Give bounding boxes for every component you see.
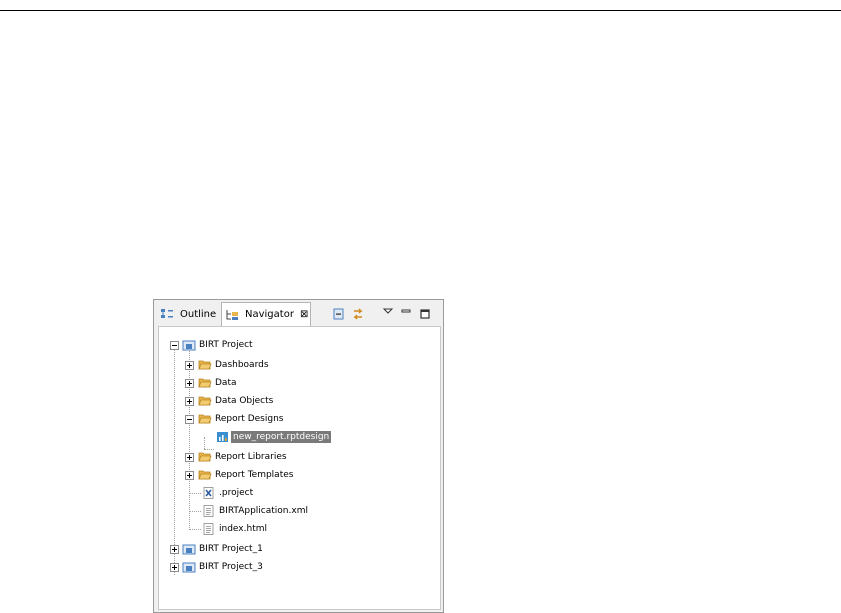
collapse-all-icon[interactable]	[332, 307, 346, 321]
tree-item-label: index.html	[219, 524, 267, 534]
expand-toggle[interactable]	[170, 563, 179, 572]
tree-line	[204, 437, 205, 449]
navigator-icon	[226, 309, 238, 320]
expand-toggle[interactable]	[170, 545, 179, 554]
tree-item-index-html[interactable]: index.html	[202, 521, 267, 537]
project-icon	[182, 544, 196, 555]
tree-item-data-objects[interactable]: Data Objects	[198, 393, 273, 409]
expand-toggle[interactable]	[185, 471, 194, 480]
expand-toggle[interactable]	[185, 397, 194, 406]
folder-icon	[198, 452, 212, 462]
tab-outline-label: Outline	[180, 308, 217, 320]
text-file-icon	[203, 523, 214, 535]
tree-item-label: Report Designs	[215, 414, 284, 424]
folder-icon	[198, 396, 212, 406]
tree-item-birt-project-3[interactable]: BIRT Project_3	[182, 559, 263, 575]
tree-item-label: Report Templates	[215, 470, 294, 480]
tree-item-label: Dashboards	[215, 360, 269, 370]
outline-icon	[161, 309, 173, 318]
tree-item-birt-project-1[interactable]: BIRT Project_1	[182, 541, 263, 557]
minimize-icon[interactable]	[399, 306, 413, 320]
tree-line	[189, 529, 201, 530]
maximize-icon[interactable]	[418, 307, 432, 321]
project-icon	[182, 340, 196, 351]
text-file-icon	[203, 505, 214, 517]
tree-item-report-designs[interactable]: Report Designs	[198, 411, 283, 427]
folder-icon	[198, 470, 212, 480]
tree-item-report-templates[interactable]: Report Templates	[198, 467, 293, 483]
collapse-toggle[interactable]	[185, 415, 194, 424]
tree-item-label: BIRTApplication.xml	[219, 506, 308, 516]
tree-item-label: BIRT Project_1	[199, 544, 263, 554]
view-tab-bar: Outline Navigator ⊠	[154, 300, 443, 326]
tab-navigator[interactable]: Navigator ⊠	[221, 302, 311, 326]
tree-line	[189, 347, 190, 530]
tree-item-new-report[interactable]: new_report.rptdesign	[216, 429, 332, 445]
tree-line	[189, 493, 201, 494]
project-icon	[182, 562, 196, 573]
tree-item-project-file[interactable]: .project	[202, 485, 253, 501]
tree-line	[189, 511, 201, 512]
tree-item-label: BIRT Project	[199, 340, 253, 350]
tab-navigator-label: Navigator	[245, 309, 294, 320]
tree-item-label: BIRT Project_3	[199, 562, 263, 572]
collapse-toggle[interactable]	[170, 341, 179, 350]
navigator-view: Outline Navigator ⊠ BIRT Project Dashboa…	[153, 299, 444, 613]
link-with-editor-icon[interactable]	[351, 307, 365, 321]
tree-item-dashboards[interactable]: Dashboards	[198, 357, 269, 373]
open-folder-icon	[198, 414, 212, 424]
page-top-rule	[0, 10, 841, 11]
tree-item-label: .project	[219, 488, 254, 498]
xml-file-icon	[203, 487, 214, 499]
tab-outline[interactable]: Outline	[160, 302, 216, 326]
expand-toggle[interactable]	[185, 361, 194, 370]
navigator-tree: BIRT Project Dashboards Data Data Object…	[158, 326, 441, 610]
tree-item-birt-application-xml[interactable]: BIRTApplication.xml	[202, 503, 308, 519]
tree-line	[174, 347, 175, 575]
report-design-icon	[217, 432, 228, 442]
tree-item-label: Report Libraries	[215, 452, 287, 462]
folder-icon	[198, 360, 212, 370]
tree-item-birt-project[interactable]: BIRT Project	[182, 337, 253, 353]
tree-item-label-selected: new_report.rptdesign	[231, 431, 332, 443]
expand-toggle[interactable]	[185, 379, 194, 388]
tree-item-report-libraries[interactable]: Report Libraries	[198, 449, 287, 465]
close-tab-icon[interactable]: ⊠	[300, 309, 308, 320]
tree-item-label: Data	[215, 378, 237, 388]
tree-item-label: Data Objects	[215, 396, 274, 406]
view-menu-icon[interactable]	[381, 305, 395, 319]
expand-toggle[interactable]	[185, 453, 194, 462]
folder-icon	[198, 378, 212, 388]
tree-item-data[interactable]: Data	[198, 375, 237, 391]
